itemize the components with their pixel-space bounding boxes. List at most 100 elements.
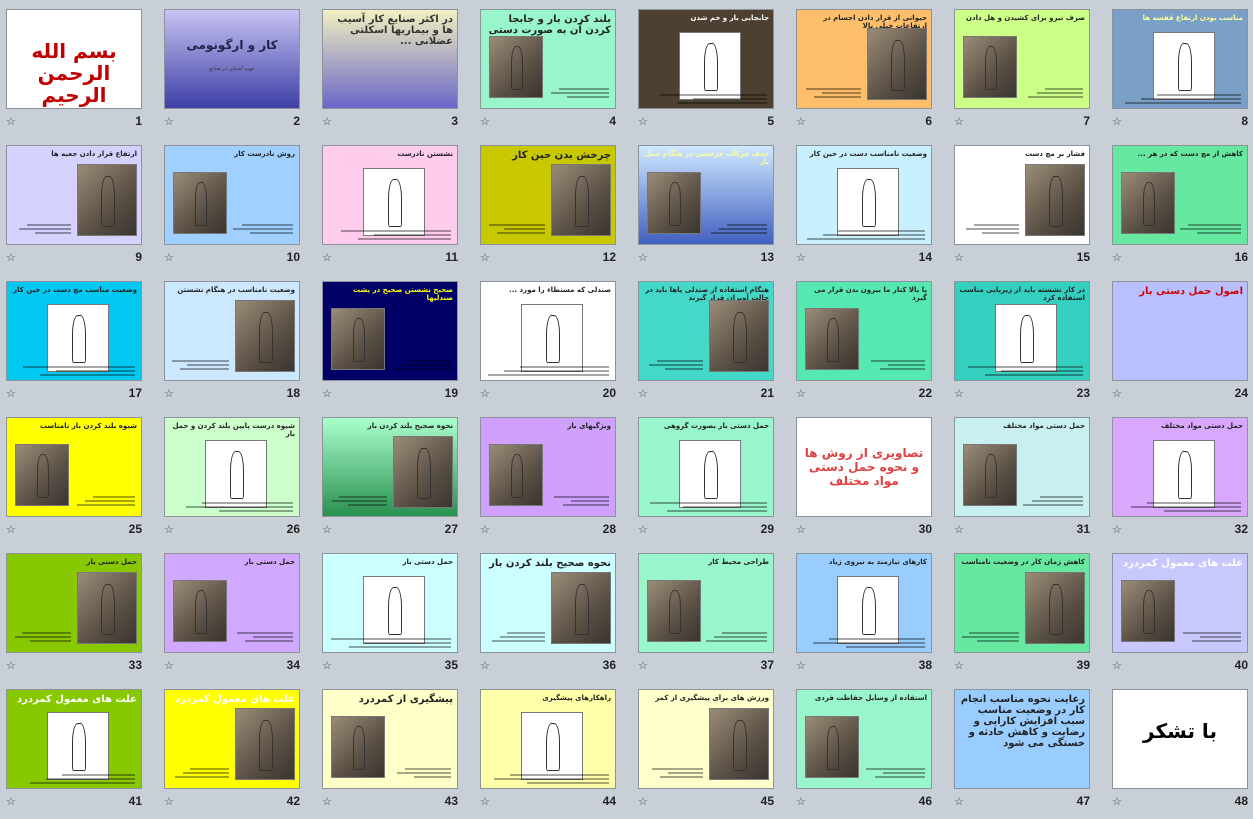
slide-thumbnail[interactable]: وضعیت نامناسب در هنگام نشستن xyxy=(164,281,300,381)
star-outline-icon[interactable]: ☆ xyxy=(164,660,174,672)
star-outline-icon[interactable]: ☆ xyxy=(164,796,174,808)
text-line-placeholder xyxy=(806,238,925,240)
star-outline-icon[interactable]: ☆ xyxy=(954,388,964,400)
slide-thumbnail[interactable]: ورزش های برای پیشگیری از کمر xyxy=(638,689,774,789)
slide-thumbnail[interactable]: کاهش زمان کار در وضعیت نامناسب xyxy=(954,553,1090,653)
star-outline-icon[interactable]: ☆ xyxy=(954,796,964,808)
slide-thumbnail[interactable]: بسم الله الرحمن الرحیم xyxy=(6,9,142,109)
slide-thumbnail[interactable]: وضعیت نامناسب دست در حین کار xyxy=(796,145,932,245)
slide-thumbnail[interactable]: نشستن نادرست xyxy=(322,145,458,245)
star-outline-icon[interactable]: ☆ xyxy=(322,388,332,400)
star-outline-icon[interactable]: ☆ xyxy=(796,796,806,808)
star-outline-icon[interactable]: ☆ xyxy=(954,524,964,536)
star-outline-icon[interactable]: ☆ xyxy=(796,660,806,672)
star-outline-icon[interactable]: ☆ xyxy=(796,252,806,264)
star-outline-icon[interactable]: ☆ xyxy=(638,388,648,400)
star-outline-icon[interactable]: ☆ xyxy=(480,660,490,672)
star-outline-icon[interactable]: ☆ xyxy=(322,524,332,536)
star-outline-icon[interactable]: ☆ xyxy=(1112,524,1122,536)
slide-thumbnail[interactable]: راهکارهای پیشگیری xyxy=(480,689,616,789)
slide-thumbnail[interactable]: کارهای نیازمند به نیروی زیاد xyxy=(796,553,932,653)
slide-thumbnail[interactable]: مناسب بودن ارتفاع قفسه ها xyxy=(1112,9,1248,109)
slide-thumbnail[interactable]: علت های معمول کمردرد xyxy=(164,689,300,789)
slide-thumbnail[interactable]: استفاده از وسایل حفاظت فردی xyxy=(796,689,932,789)
slide-thumbnail[interactable]: پیشگیری از کمردرد xyxy=(322,689,458,789)
slide-thumbnail[interactable]: صحیح نشستن صحیح در پشت صندلیها xyxy=(322,281,458,381)
slide-thumbnail[interactable]: با تشکر xyxy=(1112,689,1248,789)
star-outline-icon[interactable]: ☆ xyxy=(954,660,964,672)
star-outline-icon[interactable]: ☆ xyxy=(954,252,964,264)
slide-thumbnail[interactable]: علت های معمول کمردرد xyxy=(1112,553,1248,653)
star-outline-icon[interactable]: ☆ xyxy=(480,252,490,264)
slide-thumbnail[interactable]: حذف حرکات چرخشی در هنگام حمل بار xyxy=(638,145,774,245)
star-outline-icon[interactable]: ☆ xyxy=(6,252,16,264)
star-outline-icon[interactable]: ☆ xyxy=(164,388,174,400)
star-outline-icon[interactable]: ☆ xyxy=(1112,660,1122,672)
star-outline-icon[interactable]: ☆ xyxy=(1112,252,1122,264)
star-outline-icon[interactable]: ☆ xyxy=(480,796,490,808)
slide-thumbnail[interactable]: تصاویری از روش ها و نحوه حمل دستی مواد م… xyxy=(796,417,932,517)
slide-thumbnail[interactable]: جابجایی بار و خم شدن xyxy=(638,9,774,109)
star-outline-icon[interactable]: ☆ xyxy=(796,116,806,128)
slide-thumbnail[interactable]: در اکثر صنایع کار آسیب ها و بیماریها اسک… xyxy=(322,9,458,109)
slide-thumbnail[interactable]: نحوه صحیح بلند کردن بار xyxy=(480,553,616,653)
slide-thumbnail[interactable]: شیوه بلند کردن بار نامناسب xyxy=(6,417,142,517)
star-outline-icon[interactable]: ☆ xyxy=(164,116,174,128)
star-outline-icon[interactable]: ☆ xyxy=(6,116,16,128)
slide-thumbnail[interactable]: کاهش از مچ دست که در هر ... xyxy=(1112,145,1248,245)
text-line-placeholder xyxy=(866,768,925,770)
star-outline-icon[interactable]: ☆ xyxy=(6,388,16,400)
slide-thumbnail[interactable]: در کار نشسته باید از زیرپایی مناسب استفا… xyxy=(954,281,1090,381)
slide-thumbnail[interactable]: روش نادرست کار xyxy=(164,145,300,245)
star-outline-icon[interactable]: ☆ xyxy=(6,524,16,536)
slide-thumbnail[interactable]: حمل دستی بار xyxy=(6,553,142,653)
slide-thumbnail[interactable]: کار و ارگونومی جهت آشنایی در صنایع xyxy=(164,9,300,109)
star-outline-icon[interactable]: ☆ xyxy=(480,388,490,400)
slide-thumbnail[interactable]: ارتفاع قرار دادن جعبه ها xyxy=(6,145,142,245)
slide-thumbnail[interactable]: وضعیت مناسب مچ دست در حین کار xyxy=(6,281,142,381)
star-outline-icon[interactable]: ☆ xyxy=(954,116,964,128)
slide-thumbnail[interactable]: نحوه صحیح بلند کردن بار xyxy=(322,417,458,517)
star-outline-icon[interactable]: ☆ xyxy=(796,524,806,536)
star-outline-icon[interactable]: ☆ xyxy=(164,252,174,264)
star-outline-icon[interactable]: ☆ xyxy=(1112,116,1122,128)
slide-thumbnail[interactable]: طراحی محیط کار xyxy=(638,553,774,653)
slide-thumbnail[interactable]: بلند کردن بار و جابجا کردن آن به صورت دس… xyxy=(480,9,616,109)
slide-thumbnail[interactable]: حمل دستی مواد مختلف xyxy=(1112,417,1248,517)
slide-thumbnail[interactable]: صرف نیرو برای کشیدن و هل دادن xyxy=(954,9,1090,109)
star-outline-icon[interactable]: ☆ xyxy=(322,660,332,672)
star-outline-icon[interactable]: ☆ xyxy=(164,524,174,536)
slide-thumbnail[interactable]: پا بالا کنار ما بیرون بدن قرار می گیرد xyxy=(796,281,932,381)
star-outline-icon[interactable]: ☆ xyxy=(1112,796,1122,808)
slide-thumbnail[interactable]: فشار بر مچ دست xyxy=(954,145,1090,245)
slide-thumbnail[interactable]: حمل دستی بار xyxy=(322,553,458,653)
slide-thumbnail[interactable]: حمل دستی بار بصورت گروهی xyxy=(638,417,774,517)
star-outline-icon[interactable]: ☆ xyxy=(638,252,648,264)
slide-image xyxy=(805,716,859,778)
star-outline-icon[interactable]: ☆ xyxy=(796,388,806,400)
slide-thumbnail[interactable]: حیوانی از قرار دادن اجسام در ارتفاعات خی… xyxy=(796,9,932,109)
star-outline-icon[interactable]: ☆ xyxy=(480,524,490,536)
slide-thumbnail[interactable]: حمل دستی مواد مختلف xyxy=(954,417,1090,517)
star-outline-icon[interactable]: ☆ xyxy=(6,660,16,672)
star-outline-icon[interactable]: ☆ xyxy=(322,116,332,128)
slide-thumbnail[interactable]: رعایت نحوه مناسب انجام کار در وضعیت مناس… xyxy=(954,689,1090,789)
slide-thumbnail[interactable]: هنگام استفاده از صندلی پاها باید در حالت… xyxy=(638,281,774,381)
slide-thumbnail[interactable]: حمل دستی بار xyxy=(164,553,300,653)
star-outline-icon[interactable]: ☆ xyxy=(638,660,648,672)
slide-thumbnail[interactable]: علت های معمول کمردرد xyxy=(6,689,142,789)
star-outline-icon[interactable]: ☆ xyxy=(6,796,16,808)
slide-thumbnail[interactable]: ویژگیهای بار xyxy=(480,417,616,517)
star-outline-icon[interactable]: ☆ xyxy=(322,796,332,808)
slide-thumbnail[interactable]: صندلی که مستطاء را مورد ... xyxy=(480,281,616,381)
slide-thumbnail[interactable]: چرخش بدن حین کار xyxy=(480,145,616,245)
star-outline-icon[interactable]: ☆ xyxy=(638,116,648,128)
star-outline-icon[interactable]: ☆ xyxy=(638,796,648,808)
slide-thumbnail[interactable]: اصول حمل دستی بار xyxy=(1112,281,1248,381)
star-outline-icon[interactable]: ☆ xyxy=(638,524,648,536)
star-outline-icon[interactable]: ☆ xyxy=(322,252,332,264)
star-outline-icon[interactable]: ☆ xyxy=(1112,388,1122,400)
slide-image xyxy=(679,440,741,508)
star-outline-icon[interactable]: ☆ xyxy=(480,116,490,128)
slide-thumbnail[interactable]: شیوه درست پایین بلند کردن و حمل بار xyxy=(164,417,300,517)
